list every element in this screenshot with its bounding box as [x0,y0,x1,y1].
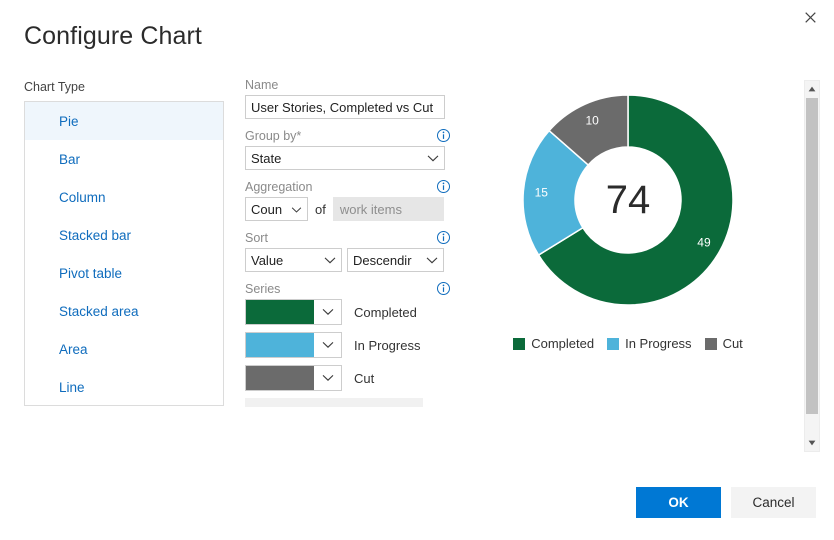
chevron-down-icon [314,300,341,324]
series-color-picker-cut[interactable] [245,365,342,391]
aggregation-label: Aggregation [245,180,450,194]
chart-type-label: Chart Type [24,80,85,94]
chart-type-list: Pie Bar Column Stacked bar Pivot table S… [24,101,224,406]
series-row-cut: Cut [245,365,450,391]
group-by-label: Group by* [245,129,450,143]
donut-chart: 49 15 10 74 [518,90,738,310]
chevron-down-icon [314,333,341,357]
chart-preview: 49 15 10 74 Completed In Progress Cut [466,78,790,378]
aggregation-label-text: Aggregation [245,180,313,194]
scroll-down-arrow-icon[interactable] [805,435,819,451]
info-icon[interactable] [437,180,450,193]
chevron-down-icon [426,253,438,268]
sort-label-text: Sort [245,231,268,245]
preview-scrollbar[interactable] [804,80,820,452]
sort-row: Value Descendir [245,248,450,272]
name-field-group: Name [245,78,450,119]
aggregation-row: Coun of work items [245,197,450,221]
configure-chart-dialog: Configure Chart Chart Type Pie Bar Colum… [0,0,834,540]
name-input[interactable] [245,95,445,119]
legend-color-key [513,337,526,350]
chevron-down-icon [324,253,336,268]
name-label: Name [245,78,279,92]
aggregation-function-value: Coun [251,201,283,217]
ok-button[interactable]: OK [636,487,721,518]
info-icon[interactable] [437,282,450,295]
info-icon[interactable] [437,231,450,244]
close-icon[interactable] [796,4,824,30]
series-color-picker-completed[interactable] [245,299,342,325]
series-name-completed: Completed [354,304,417,320]
aggregation-of-text: of [315,201,326,217]
series-row-clipped [245,398,423,407]
cancel-button[interactable]: Cancel [731,487,816,518]
svg-text:10: 10 [585,114,599,128]
aggregation-field-group: Aggregation Coun of work items [245,180,450,221]
legend-item-completed: Completed [513,336,594,351]
chart-type-item-stacked-area[interactable]: Stacked area [25,292,223,330]
legend-label-completed: Completed [531,336,595,351]
chart-type-item-line[interactable]: Line [25,368,223,405]
legend-color-key [607,337,620,350]
color-swatch [246,333,314,357]
chart-legend: Completed In Progress Cut [466,336,790,351]
sort-direction-select[interactable]: Descendir [347,248,444,272]
group-by-select[interactable]: State [245,146,445,170]
chart-type-item-column[interactable]: Column [25,178,223,216]
aggregation-field-readonly: work items [332,197,444,221]
series-row-in-progress: In Progress [245,332,450,358]
legend-label-in-progress: In Progress [625,336,692,351]
legend-label-cut: Cut [722,336,743,351]
chart-type-item-stacked-bar[interactable]: Stacked bar [25,216,223,254]
info-icon[interactable] [437,129,450,142]
sort-direction-value: Descendir [353,252,412,268]
color-swatch [246,300,314,324]
group-by-label-text: Group by* [245,129,302,143]
group-by-field-group: Group by* State [245,129,450,170]
chart-settings-form: Name Group by* State [245,78,450,417]
chart-type-item-pie[interactable]: Pie [25,102,223,140]
sort-field-group: Sort Value Descendir [245,231,450,272]
legend-color-key [704,337,717,350]
page-title: Configure Chart [24,22,202,50]
scroll-up-arrow-icon[interactable] [805,81,819,97]
chart-type-item-pivot-table[interactable]: Pivot table [25,254,223,292]
svg-text:15: 15 [535,186,549,200]
chevron-down-icon [427,151,439,166]
chart-type-item-area[interactable]: Area [25,330,223,368]
chevron-down-icon [291,202,302,217]
series-row-completed: Completed [245,299,450,325]
aggregation-function-select[interactable]: Coun [245,197,308,221]
chart-type-item-bar[interactable]: Bar [25,140,223,178]
dialog-footer: OK Cancel [636,487,816,518]
series-field-group: Series Completed In Progress Cut [245,282,450,407]
sort-by-value: Value [251,252,284,268]
chevron-down-icon [314,366,341,390]
series-name-in-progress: In Progress [354,337,421,353]
legend-item-in-progress: In Progress [607,336,692,351]
series-label: Series [245,282,450,296]
color-swatch [246,366,314,390]
svg-text:49: 49 [697,235,711,249]
series-label-text: Series [245,282,281,296]
series-name-cut: Cut [354,370,375,386]
sort-by-select[interactable]: Value [245,248,342,272]
legend-item-cut: Cut [704,336,743,351]
sort-label: Sort [245,231,450,245]
series-color-picker-in-progress[interactable] [245,332,342,358]
group-by-value: State [251,150,282,166]
scrollbar-thumb[interactable] [806,98,818,414]
